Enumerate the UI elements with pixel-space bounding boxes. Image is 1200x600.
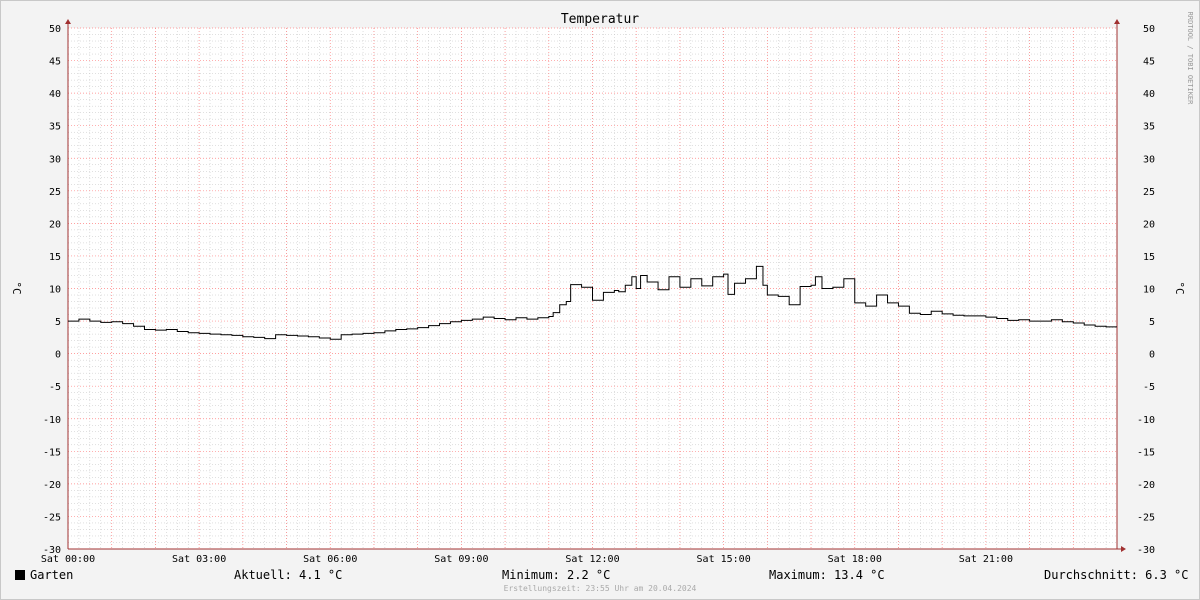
y-tick-label-right: 15 (1143, 252, 1155, 263)
y-tick-label-right: 10 (1143, 285, 1155, 296)
y-tick-label-left: 35 (49, 122, 61, 133)
y-tick-label-left: 50 (49, 24, 61, 35)
y-tick-label-right: 20 (1143, 219, 1155, 230)
y-axis-label-right: °C (1173, 281, 1186, 294)
y-tick-label-right: 30 (1143, 154, 1155, 165)
y-axis-label-left: °C (10, 281, 23, 294)
chart-title: Temperatur (561, 12, 639, 27)
y-tick-label-left: 5 (55, 317, 61, 328)
y-tick-label-left: 0 (55, 350, 61, 361)
x-tick-label: Sat 15:00 (697, 554, 751, 565)
y-tick-label-left: -10 (43, 415, 61, 426)
y-tick-label-right: -10 (1137, 415, 1155, 426)
legend-durchschnitt: Durchschnitt: 6.3 °C (1044, 568, 1189, 582)
y-tick-label-left: -25 (43, 512, 61, 523)
y-tick-label-right: 25 (1143, 187, 1155, 198)
y-tick-label-right: -20 (1137, 480, 1155, 491)
y-tick-label-right: 45 (1143, 57, 1155, 68)
y-tick-label-right: 5 (1149, 317, 1155, 328)
y-tick-label-left: -5 (49, 382, 61, 393)
temperature-chart: Temperatur RRDTOOL / TOBI OETIKER °C °C … (10, 12, 1194, 565)
legend-row: Garten Aktuell: 4.1 °C Minimum: 2.2 °C M… (0, 566, 1200, 584)
y-tick-label-right: 40 (1143, 89, 1155, 100)
y-tick-label-right: -15 (1137, 447, 1155, 458)
legend-aktuell: Aktuell: 4.1 °C (234, 568, 343, 582)
x-tick-label: Sat 03:00 (172, 554, 226, 565)
x-tick-label: Sat 21:00 (959, 554, 1013, 565)
y-axis-arrow-right (1114, 19, 1120, 24)
legend-maximum: Maximum: 13.4 °C (769, 568, 885, 582)
y-tick-label-left: 15 (49, 252, 61, 263)
y-tick-label-right: 0 (1149, 350, 1155, 361)
y-tick-label-left: 20 (49, 219, 61, 230)
x-tick-label: Sat 12:00 (565, 554, 619, 565)
x-axis-arrow (1121, 546, 1126, 552)
watermark: RRDTOOL / TOBI OETIKER (1186, 12, 1194, 106)
x-tick-label: Sat 00:00 (41, 554, 95, 565)
y-tick-label-left: 40 (49, 89, 61, 100)
y-tick-label-left: 45 (49, 57, 61, 68)
y-tick-label-right: 35 (1143, 122, 1155, 133)
y-tick-label-left: 10 (49, 285, 61, 296)
y-tick-label-left: -15 (43, 447, 61, 458)
y-tick-label-right: -25 (1137, 512, 1155, 523)
x-tick-label: Sat 09:00 (434, 554, 488, 565)
x-tick-label: Sat 18:00 (828, 554, 882, 565)
y-tick-label-left: 25 (49, 187, 61, 198)
legend-minimum: Minimum: 2.2 °C (502, 568, 611, 582)
footer-timestamp: Erstellungszeit: 23:55 Uhr am 20.04.2024 (503, 584, 697, 593)
y-tick-label-left: 30 (49, 154, 61, 165)
x-tick-label: Sat 06:00 (303, 554, 357, 565)
y-tick-label-right: 50 (1143, 24, 1155, 35)
y-tick-label-right: -5 (1143, 382, 1155, 393)
y-tick-label-right: -30 (1137, 545, 1155, 556)
y-tick-label-left: -20 (43, 480, 61, 491)
y-axis-arrow-left (65, 19, 71, 24)
legend-series-name: Garten (30, 568, 74, 582)
